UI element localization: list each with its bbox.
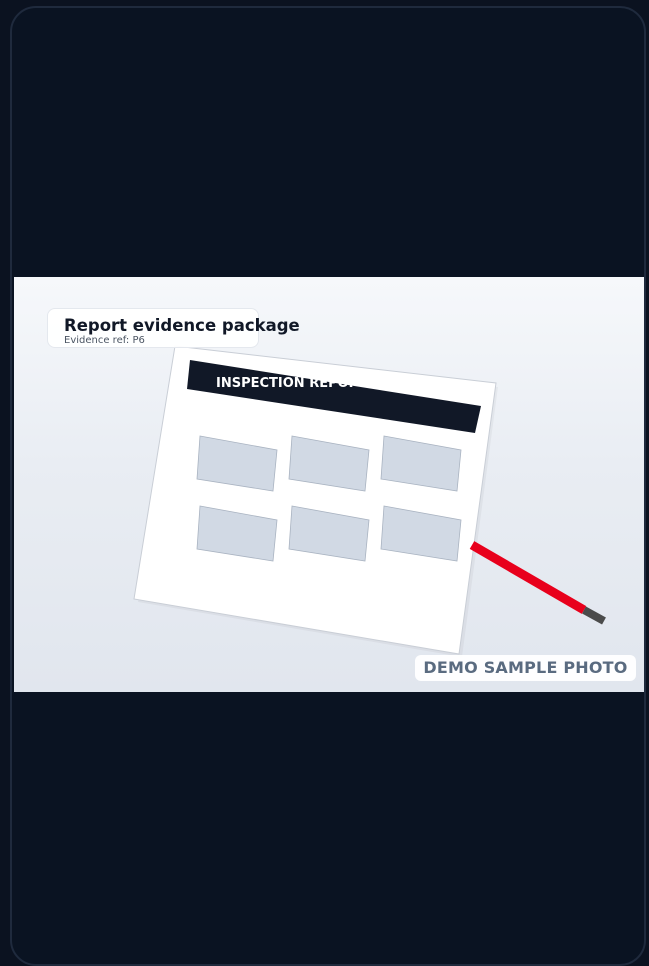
demo-watermark-badge: DEMO SAMPLE PHOTO (415, 655, 636, 681)
pen (469, 541, 606, 625)
evidence-ref: Evidence ref: P6 (64, 335, 145, 346)
photo-viewer: INSPECTION REPORT Report evidence packag… (10, 6, 646, 966)
title-card: Report evidence package Evidence ref: P6 (47, 308, 300, 348)
evidence-photo[interactable]: INSPECTION REPORT Report evidence packag… (14, 277, 644, 692)
package-title: Report evidence package (64, 316, 300, 335)
